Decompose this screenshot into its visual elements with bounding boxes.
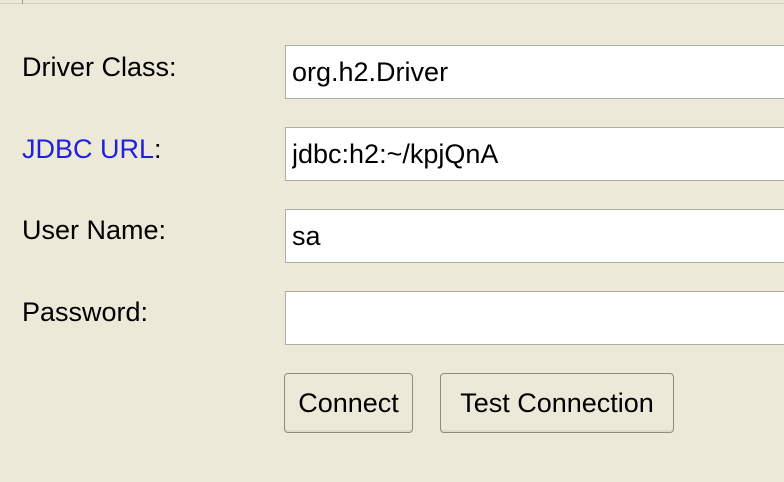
jdbc-url-label-suffix: : [154,134,162,164]
connect-button[interactable]: Connect [284,373,413,433]
password-input[interactable] [285,291,784,345]
password-label: Password: [22,297,149,327]
panel-top-border [0,0,784,4]
user-name-input[interactable] [285,209,784,263]
test-connection-button[interactable]: Test Connection [440,373,674,433]
jdbc-url-help-link[interactable]: JDBC URL [22,134,154,164]
driver-class-input[interactable] [285,45,784,99]
user-name-label: User Name: [22,215,167,245]
panel-top-notch [22,0,23,4]
jdbc-url-label: JDBC URL: [22,133,162,165]
driver-class-label: Driver Class: [22,52,177,82]
jdbc-url-input[interactable] [285,127,784,181]
